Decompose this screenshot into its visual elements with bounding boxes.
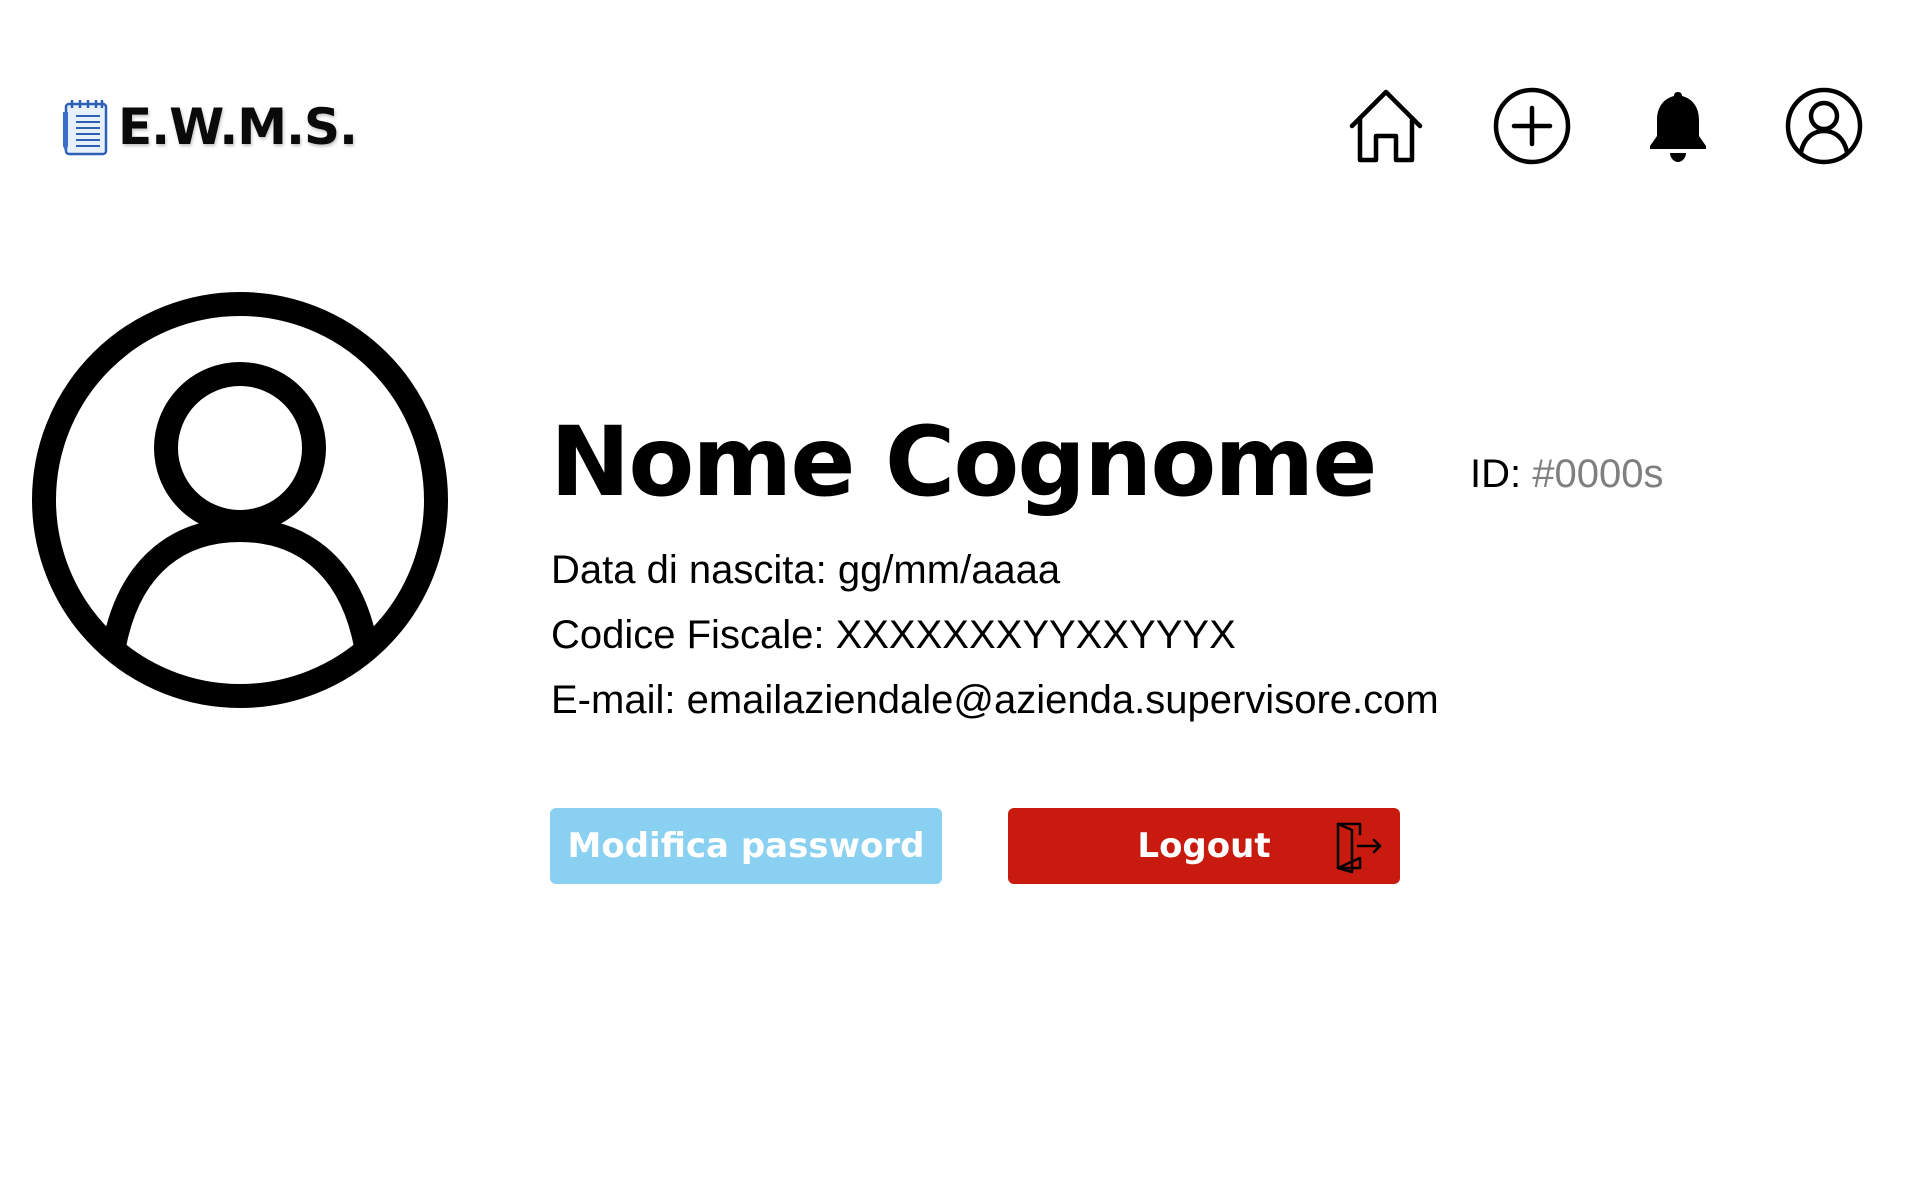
avatar — [32, 292, 448, 708]
bell-icon — [1650, 92, 1706, 162]
change-password-label: Modifica password — [567, 826, 925, 866]
email-label: E-mail: — [551, 678, 676, 722]
plus-circle-icon — [1493, 87, 1571, 165]
id-label: ID: — [1470, 452, 1522, 496]
fiscal-code-value: XXXXXXXYYXXYYYX — [835, 613, 1236, 657]
profile-button[interactable] — [1784, 86, 1864, 166]
birth-date-label: Data di nascita: — [551, 548, 827, 592]
email-value: emailaziendale@azienda.supervisore.com — [686, 678, 1439, 722]
fiscal-code-label: Codice Fiscale: — [551, 613, 825, 657]
user-circle-icon — [1785, 87, 1863, 165]
top-nav — [1346, 86, 1864, 166]
logout-label: Logout — [1137, 826, 1271, 866]
logout-button[interactable]: Logout — [1008, 808, 1400, 884]
id-value: #0000s — [1532, 452, 1664, 496]
notifications-button[interactable] — [1638, 86, 1718, 166]
change-password-button[interactable]: Modifica password — [550, 808, 942, 884]
home-icon — [1349, 89, 1423, 163]
fiscal-code: Codice Fiscale: XXXXXXXYYXXYYYX — [551, 611, 1236, 659]
profile-name: Nome Cognome — [550, 406, 1377, 518]
user-id: ID: #0000s — [1470, 452, 1663, 497]
app-logo[interactable]: E.W.M.S. — [62, 98, 358, 156]
app-title: E.W.M.S. — [118, 98, 358, 156]
add-button[interactable] — [1492, 86, 1572, 166]
birth-date-value: gg/mm/aaaa — [837, 548, 1061, 592]
home-button[interactable] — [1346, 86, 1426, 166]
logout-door-icon — [1336, 822, 1382, 874]
email: E-mail: emailaziendale@azienda.superviso… — [551, 676, 1439, 724]
profile-page: E.W.M.S. Nome Cognome ID: #0000s Data di… — [0, 0, 1920, 1200]
birth-date: Data di nascita: gg/mm/aaaa — [551, 546, 1060, 594]
notepad-icon — [63, 100, 108, 156]
